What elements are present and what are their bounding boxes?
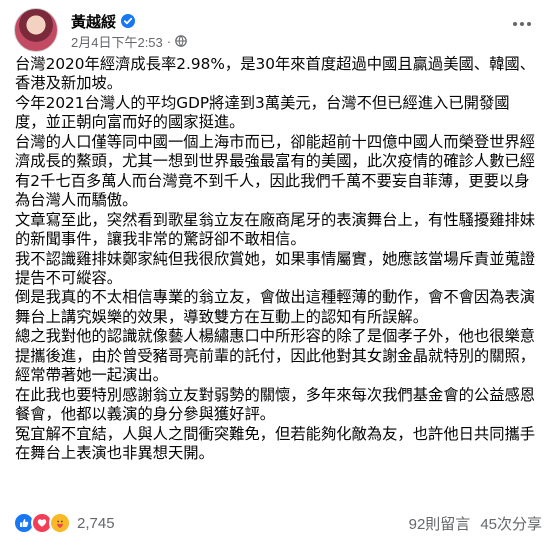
author-avatar[interactable] — [14, 8, 58, 52]
comments-count[interactable]: 92則留言 — [409, 513, 471, 534]
post-body: 台灣2020年經濟成長率2.98%，是30年來首度超過中國且贏過美國、韓國、香港… — [15, 55, 540, 464]
shares-count[interactable]: 45次分享 — [480, 513, 542, 534]
post-paragraph: 台灣的人口僅等同中國一個上海市而已，卻能超前十四億中國人而榮登世界經濟成長的鰲頭… — [15, 132, 536, 210]
engagement-stats: 92則留言 45次分享 — [409, 513, 542, 534]
post-paragraph: 台灣2020年經濟成長率2.98%，是30年來首度超過中國且贏過美國、韓國、香港… — [15, 55, 536, 93]
post-timestamp[interactable]: 2月4日下午2:53 — [71, 32, 163, 51]
facebook-post: 黃越綏 2月4日下午2:53 · 台灣2020年經濟成長率2.98%，是30年來… — [0, 0, 555, 549]
care-icon — [49, 512, 71, 534]
separator-dot: · — [166, 33, 172, 49]
post-paragraph: 冤宜解不宜結，人與人之間衝突難免，但若能夠化敵為友，也許他日共同攜手在舞台上表演… — [15, 424, 536, 463]
reactions-summary[interactable]: 2,745 — [13, 512, 115, 534]
post-paragraph: 在此我也要特別感謝翁立友對弱勢的關懷，多年來每次我們基金會的公益感恩餐會，他都以… — [15, 385, 536, 424]
post-paragraph: 倒是我真的不太相信專業的翁立友，會做出這種輕薄的動作，會不會因為表演舞台上講究娛… — [15, 288, 536, 326]
post-header: 黃越綏 2月4日下午2:53 · — [14, 5, 187, 55]
globe-icon — [175, 35, 187, 47]
author-name[interactable]: 黃越綏 — [71, 11, 116, 32]
post-paragraph: 總之我對他的認識就像藝人楊繡惠口中所形容的除了是個孝子外，他也很樂意提攜後進，由… — [15, 327, 536, 385]
post-paragraph: 今年2021台灣人的平均GDP將達到3萬美元，台灣不但已經進入已開發國度，並正朝… — [15, 93, 510, 132]
post-paragraph: 我不認識雞排妹鄭家純但我很欣賞她，如果事情屬實，她應該當場斥責並蒐證提告不可縱容… — [15, 249, 536, 287]
reaction-count: 2,745 — [77, 514, 115, 532]
verified-icon — [121, 14, 136, 28]
more-icon[interactable] — [507, 14, 537, 34]
author-meta: 黃越綏 2月4日下午2:53 · — [71, 10, 187, 50]
post-time-row: 2月4日下午2:53 · — [71, 32, 187, 50]
author-row: 黃越綏 — [71, 10, 187, 32]
post-paragraph: 文章寫至此，突然看到歌星翁立友在廠商尾牙的表演舞台上，有性騷擾雞排妹的新聞事件，… — [15, 210, 536, 249]
post-footer: 2,745 92則留言 45次分享 — [13, 511, 542, 535]
